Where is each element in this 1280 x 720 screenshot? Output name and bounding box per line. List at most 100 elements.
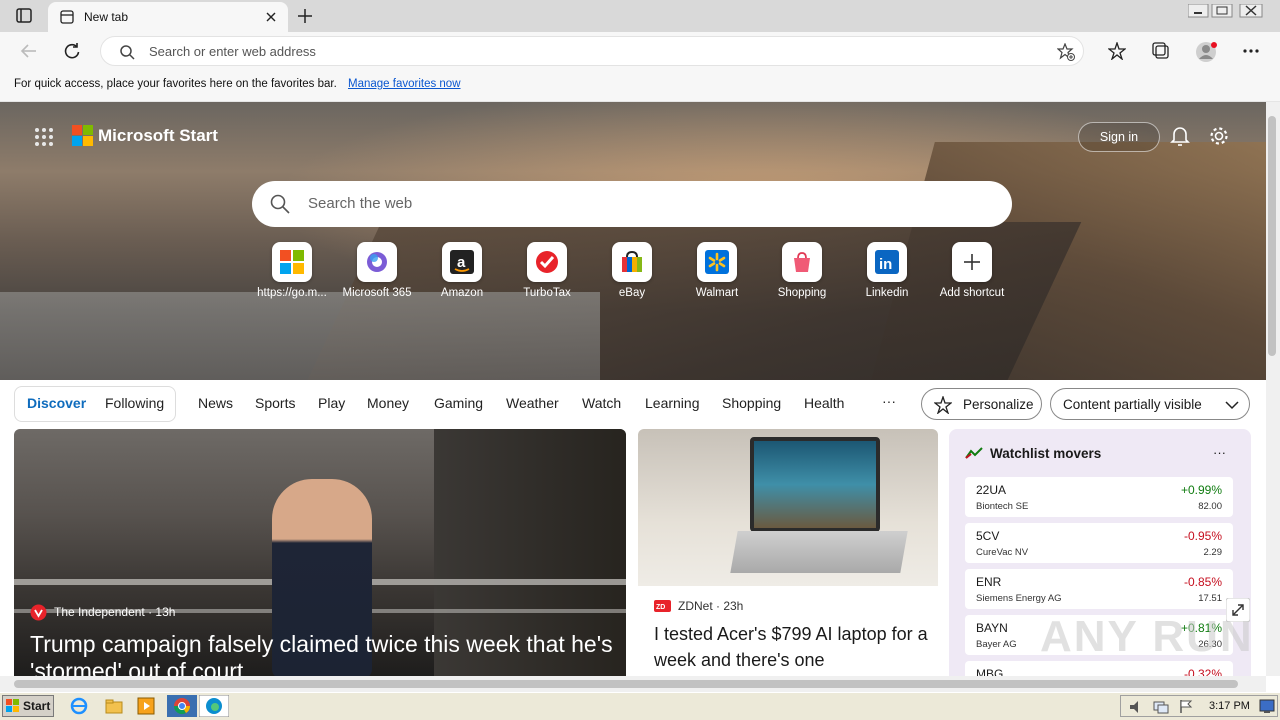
show-desktop-icon[interactable]: [1259, 699, 1275, 714]
stock-change: -0.85%: [1183, 575, 1222, 589]
stock-symbol: 22UA: [976, 483, 1007, 497]
stock-symbol: BAYN: [976, 621, 1008, 635]
stock-price: 2.29: [1203, 547, 1223, 558]
search-placeholder: Search the web: [308, 195, 413, 212]
tab-play[interactable]: Play: [318, 395, 345, 411]
turbotax-icon: [536, 251, 558, 273]
stock-change: -0.95%: [1183, 529, 1222, 543]
nav-more-button[interactable]: ···: [882, 393, 896, 409]
tab-watch[interactable]: Watch: [582, 395, 621, 411]
vertical-scroll-thumb[interactable]: [1268, 116, 1276, 356]
brand-title: Microsoft Start: [98, 126, 218, 145]
tab-following[interactable]: Following: [105, 395, 164, 411]
content-visibility-dropdown[interactable]: Content partially visible: [1050, 388, 1250, 420]
new-tab-plus-icon[interactable]: [297, 8, 313, 24]
stock-trend-icon: [965, 447, 983, 459]
web-search-box[interactable]: Search the web: [252, 181, 1012, 227]
address-placeholder: Search or enter web address: [149, 44, 316, 59]
edge-icon[interactable]: [199, 695, 229, 717]
tab-weather[interactable]: Weather: [506, 395, 559, 411]
svg-text:in: in: [879, 256, 892, 273]
tab-actions-icon[interactable]: [16, 8, 32, 24]
tab-health[interactable]: Health: [804, 395, 844, 411]
article-title[interactable]: I tested Acer's $799 AI laptop for a wee…: [654, 621, 930, 673]
search-icon: [120, 45, 135, 60]
settings-more-icon[interactable]: [1242, 48, 1260, 54]
address-bar[interactable]: Search or enter web address: [100, 36, 1084, 66]
shortcut-ebay[interactable]: eBay: [591, 242, 673, 302]
shortcut-shopping[interactable]: Shopping: [761, 242, 843, 302]
collections-icon[interactable]: [1152, 42, 1170, 60]
linkedin-icon: in: [875, 250, 899, 274]
news-card-main[interactable]: The Independent · 13h Trump campaign fal…: [14, 429, 626, 676]
stock-name: Siemens Energy AG: [976, 593, 1062, 604]
favorites-bar: For quick access, place your favorites h…: [0, 70, 1280, 102]
shortcut-label: eBay: [618, 287, 646, 299]
refresh-icon[interactable]: [63, 42, 81, 60]
watchlist-row[interactable]: 22UA Biontech SE +0.99% 82.00: [965, 477, 1233, 517]
article-source: The Independent · 13h: [54, 605, 176, 619]
stock-symbol: 5CV: [976, 529, 1000, 543]
media-player-icon[interactable]: [137, 697, 155, 715]
action-center-flag-icon[interactable]: [1179, 699, 1193, 714]
tab-learning[interactable]: Learning: [645, 395, 700, 411]
shortcut-label: Linkedin: [865, 287, 909, 299]
apps-grid-icon[interactable]: [34, 127, 54, 147]
sign-in-button[interactable]: Sign in: [1078, 122, 1160, 152]
system-tray: 3:17 PM: [1120, 695, 1278, 717]
article-source: ZDNet · 23h: [678, 599, 744, 613]
tab-discover[interactable]: Discover: [27, 395, 86, 411]
personalize-button[interactable]: Personalize: [921, 388, 1042, 420]
add-favorite-star-icon[interactable]: [1057, 43, 1075, 61]
shortcut-label: Add shortcut: [939, 287, 1005, 299]
shortcut-microsoft365[interactable]: Microsoft 365: [336, 242, 418, 302]
stock-name: Biontech SE: [976, 501, 1029, 512]
notifications-bell-icon[interactable]: [1170, 126, 1190, 146]
walmart-icon: [705, 250, 729, 274]
settings-gear-icon[interactable]: [1209, 126, 1229, 146]
microsoft365-icon: [367, 252, 387, 272]
shortcut-add[interactable]: Add shortcut: [931, 242, 1013, 302]
profile-avatar-icon[interactable]: [1196, 41, 1218, 63]
shortcut-turbotax[interactable]: TurboTax: [506, 242, 588, 302]
watchlist-row[interactable]: 5CV CureVac NV -0.95% 2.29: [965, 523, 1233, 563]
horizontal-scroll-thumb[interactable]: [14, 680, 1238, 688]
sparkle-star-icon: [934, 396, 952, 414]
tab-shopping[interactable]: Shopping: [722, 395, 781, 411]
stock-change: -0.32%: [1183, 667, 1222, 676]
tab-new-tab[interactable]: New tab: [48, 2, 288, 32]
back-arrow-icon[interactable]: [20, 42, 38, 60]
shortcut-label: TurboTax: [523, 287, 571, 299]
shortcut-amazon[interactable]: a Amazon: [421, 242, 503, 302]
tab-money[interactable]: Money: [367, 395, 409, 411]
close-tab-icon[interactable]: [266, 12, 276, 22]
tab-sports[interactable]: Sports: [255, 395, 295, 411]
file-explorer-icon[interactable]: [105, 697, 123, 715]
stock-name: CureVac NV: [976, 547, 1029, 558]
windows-logo-icon: [280, 250, 304, 274]
shortcut-walmart[interactable]: Walmart: [676, 242, 758, 302]
tab-gaming[interactable]: Gaming: [434, 395, 483, 411]
shortcut-label: Shopping: [777, 287, 827, 299]
watchlist-row[interactable]: MBG -0.32%: [965, 661, 1233, 676]
shortcut-label: Microsoft 365: [342, 287, 412, 299]
shortcut-go-microsoft[interactable]: https://go.m...: [251, 242, 333, 302]
stock-symbol: ENR: [976, 575, 1002, 589]
watchlist-row[interactable]: ENR Siemens Energy AG -0.85% 17.51: [965, 569, 1233, 609]
start-button[interactable]: Start: [2, 695, 54, 717]
article-title[interactable]: Trump campaign falsely claimed twice thi…: [30, 631, 620, 676]
network-icon[interactable]: [1153, 700, 1169, 714]
window-controls[interactable]: [1188, 4, 1268, 18]
manage-favorites-link[interactable]: Manage favorites now: [348, 78, 461, 90]
stock-price: 82.00: [1198, 501, 1222, 512]
news-card-second[interactable]: ZD ZDNet · 23h I tested Acer's $799 AI l…: [638, 429, 938, 676]
svg-text:a: a: [457, 254, 466, 271]
favorites-icon[interactable]: [1108, 42, 1126, 60]
tab-news[interactable]: News: [198, 395, 233, 411]
volume-icon[interactable]: [1129, 700, 1143, 714]
internet-explorer-icon[interactable]: [70, 697, 88, 715]
stock-symbol: MBG: [976, 667, 1004, 676]
shortcut-linkedin[interactable]: in Linkedin: [846, 242, 928, 302]
watchlist-more-button[interactable]: ···: [1213, 445, 1226, 460]
chrome-icon[interactable]: [167, 695, 197, 717]
